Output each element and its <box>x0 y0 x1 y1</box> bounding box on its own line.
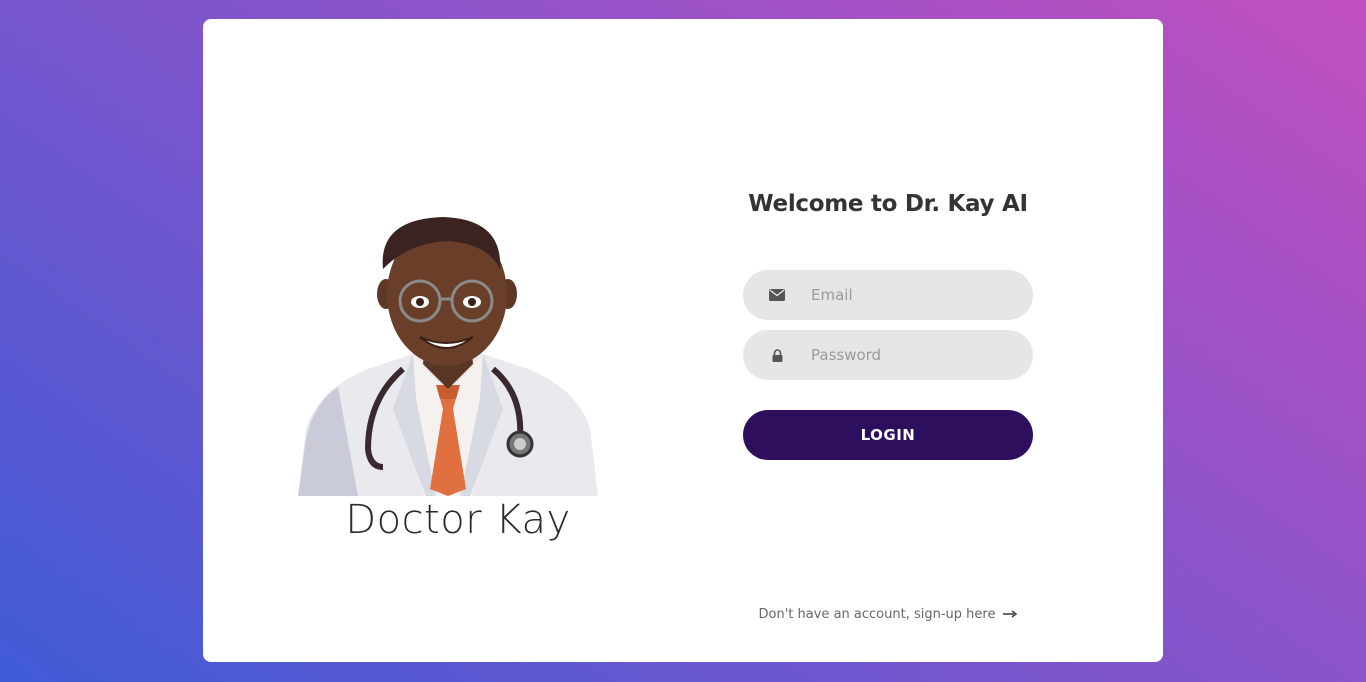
doctor-panel: Doctor Kay <box>298 199 598 559</box>
signup-link-text[interactable]: Don't have an account, sign-up here <box>759 607 996 622</box>
login-card: Doctor Kay Welcome to Dr. Kay AI LOGIN D… <box>203 19 1163 662</box>
doctor-name: Doctor Kay <box>345 497 571 543</box>
arrow-right-icon <box>1003 607 1018 622</box>
password-field[interactable] <box>743 330 1033 380</box>
login-button[interactable]: LOGIN <box>743 410 1033 460</box>
page-title: Welcome to Dr. Kay AI <box>748 191 1028 217</box>
login-form: Welcome to Dr. Kay AI LOGIN <box>743 191 1033 460</box>
password-input[interactable] <box>811 346 1011 364</box>
email-input[interactable] <box>811 286 1011 304</box>
email-field[interactable] <box>743 270 1033 320</box>
lock-icon <box>743 348 811 362</box>
signup-link[interactable]: Don't have an account, sign-up here <box>743 607 1033 622</box>
doctor-avatar-illustration <box>298 217 598 496</box>
envelope-icon <box>743 289 811 301</box>
